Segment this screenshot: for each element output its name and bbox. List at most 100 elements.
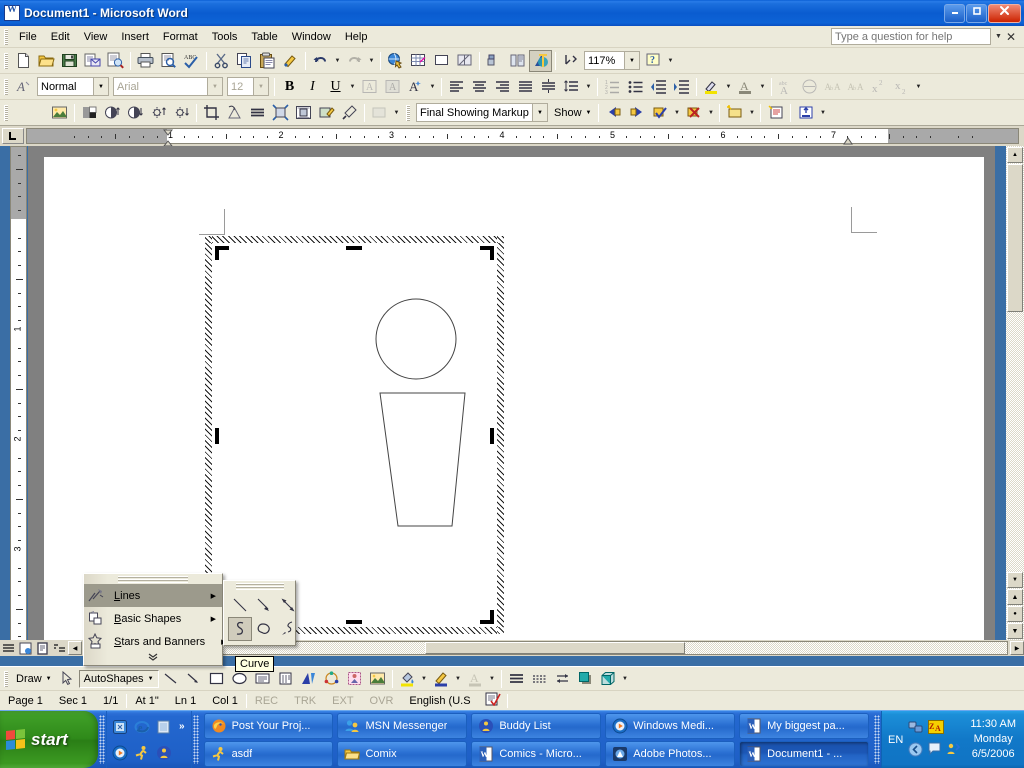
- select-objects-icon[interactable]: [56, 668, 79, 690]
- normal-view-icon[interactable]: [0, 641, 17, 656]
- line-color-icon[interactable]: [430, 668, 453, 690]
- insert-table-icon[interactable]: [407, 50, 430, 72]
- border-icon[interactable]: A: [358, 76, 381, 98]
- show-hidden-icons-icon[interactable]: [908, 742, 923, 760]
- format-picture-icon[interactable]: [315, 102, 338, 124]
- aim-person-icon[interactable]: [153, 742, 175, 764]
- chevron-down-icon[interactable]: ▼: [93, 78, 108, 95]
- standard-toolbar-gripper[interactable]: [4, 53, 8, 69]
- menu-file[interactable]: File: [12, 28, 44, 46]
- resize-handle-middle-right[interactable]: [490, 428, 494, 444]
- task-button[interactable]: Comix: [337, 741, 467, 767]
- previous-page-button[interactable]: ▲: [1007, 589, 1023, 605]
- arrow-tool[interactable]: [252, 593, 276, 617]
- draw-menu-button[interactable]: Draw ▼: [12, 671, 56, 687]
- show-desktop-icon[interactable]: [109, 716, 131, 738]
- text-wrapping-icon[interactable]: [292, 102, 315, 124]
- picture-toolbar-gripper[interactable]: [4, 105, 8, 121]
- chevron-down-icon[interactable]: ▼: [991, 33, 1006, 40]
- formatting-toolbar-gripper[interactable]: [4, 79, 8, 95]
- insert-wordart-icon[interactable]: [297, 668, 320, 690]
- align-center-icon[interactable]: [468, 76, 491, 98]
- format-painter-icon[interactable]: [279, 50, 302, 72]
- fill-color-dropdown-icon[interactable]: ▼: [419, 668, 430, 690]
- menu-view[interactable]: View: [77, 28, 115, 46]
- start-button[interactable]: start: [0, 711, 98, 768]
- set-transparent-color-icon[interactable]: [338, 102, 361, 124]
- resize-handle-middle-left[interactable]: [215, 428, 219, 444]
- font-color-dropdown-icon[interactable]: ▼: [487, 668, 498, 690]
- resize-handle-top-left-v[interactable]: [215, 246, 219, 260]
- crop-icon[interactable]: [200, 102, 223, 124]
- task-button[interactable]: Adobe Photos...: [605, 741, 735, 767]
- vertical-ruler[interactable]: 123: [10, 146, 27, 656]
- all-caps-icon[interactable]: AbA: [821, 76, 844, 98]
- undo-dropdown-icon[interactable]: ▼: [332, 50, 343, 72]
- arrow-icon[interactable]: [182, 668, 205, 690]
- print-icon[interactable]: [134, 50, 157, 72]
- autoshapes-popup-menu[interactable]: Lines ▶ Basic Shapes ▶ Stars and Banners…: [83, 573, 223, 666]
- windows-media-player-icon[interactable]: [109, 742, 131, 764]
- outline-view-icon[interactable]: [51, 641, 68, 656]
- horizontal-scroll-thumb[interactable]: [425, 642, 685, 654]
- autoshapes-menu-button[interactable]: AutoShapes ▼: [79, 670, 159, 688]
- zoom-combo[interactable]: 117% ▼: [584, 51, 640, 70]
- toolbar-options-icon[interactable]: ▼: [665, 50, 676, 72]
- distributed-icon[interactable]: [537, 76, 560, 98]
- freeform-tool[interactable]: [252, 617, 276, 641]
- chevron-down-icon[interactable]: ▼: [624, 52, 639, 69]
- resize-handle-bottom-center[interactable]: [346, 620, 362, 624]
- resize-handle-top-right-v[interactable]: [490, 246, 494, 260]
- font-combo[interactable]: Arial ▼: [113, 77, 223, 96]
- font-color-dropdown-icon[interactable]: ▼: [427, 76, 438, 98]
- drawing-canvas-surface[interactable]: [212, 243, 497, 627]
- clock[interactable]: 11:30 AM Monday 6/5/2006: [966, 717, 1016, 762]
- task-button[interactable]: W Comics - Micro...: [471, 741, 601, 767]
- line-icon[interactable]: [159, 668, 182, 690]
- subscript-icon[interactable]: x2: [890, 76, 913, 98]
- quick-launch-more-icon[interactable]: »: [175, 721, 189, 732]
- less-brightness-icon[interactable]: [170, 102, 193, 124]
- task-button[interactable]: MSN Messenger: [337, 713, 467, 739]
- spell-check-status-icon[interactable]: [479, 692, 507, 709]
- less-contrast-icon[interactable]: [124, 102, 147, 124]
- status-ovr[interactable]: OVR: [362, 695, 402, 707]
- new-comment-dropdown-icon[interactable]: ▼: [746, 102, 757, 124]
- minimize-button[interactable]: [944, 4, 965, 23]
- resize-handle-bottom-right-v[interactable]: [490, 610, 494, 624]
- reject-dropdown-icon[interactable]: ▼: [705, 102, 716, 124]
- aim-running-man-icon[interactable]: [131, 742, 153, 764]
- resize-handle-top-center[interactable]: [346, 246, 362, 250]
- drawing-icon[interactable]: [483, 50, 506, 72]
- lines-submenu[interactable]: [223, 580, 296, 646]
- align-left-icon[interactable]: [445, 76, 468, 98]
- mail-recipient-icon[interactable]: [81, 50, 104, 72]
- increase-indent-icon[interactable]: [670, 76, 693, 98]
- task-button[interactable]: Post Your Proj...: [204, 713, 334, 739]
- status-rec[interactable]: REC: [247, 695, 286, 707]
- taskbar-gripper[interactable]: [193, 715, 199, 764]
- vertical-scroll-thumb[interactable]: [1007, 164, 1023, 312]
- task-button-active[interactable]: W Document1 - ...: [739, 741, 869, 767]
- line-color-dropdown-icon[interactable]: ▼: [453, 668, 464, 690]
- copy-icon[interactable]: [233, 50, 256, 72]
- left-indent-marker[interactable]: [163, 129, 172, 147]
- toolbar-options-icon[interactable]: ▼: [391, 102, 402, 124]
- rotate-left-icon[interactable]: [223, 102, 246, 124]
- bullets-icon[interactable]: [624, 76, 647, 98]
- underline-dropdown-icon[interactable]: ▼: [347, 76, 358, 98]
- spelling-grammar-icon[interactable]: ABC: [180, 50, 203, 72]
- chevron-down-icon[interactable]: ▼: [532, 104, 547, 121]
- autoshapes-menu-item-stars-and-banners[interactable]: Stars and Banners ▶: [84, 630, 222, 653]
- status-trk[interactable]: TRK: [286, 695, 324, 707]
- insert-footnote-icon[interactable]: [559, 50, 582, 72]
- show-formatting-marks-icon[interactable]: [529, 50, 552, 72]
- highlight-color-icon[interactable]: [700, 76, 723, 98]
- status-language[interactable]: English (U.S: [401, 695, 478, 707]
- character-border-icon[interactable]: [798, 76, 821, 98]
- insert-clip-art-icon[interactable]: [343, 668, 366, 690]
- task-button[interactable]: asdf: [204, 741, 334, 767]
- track-changes-icon[interactable]: [794, 102, 817, 124]
- color-image-icon[interactable]: [78, 102, 101, 124]
- previous-change-icon[interactable]: [602, 102, 625, 124]
